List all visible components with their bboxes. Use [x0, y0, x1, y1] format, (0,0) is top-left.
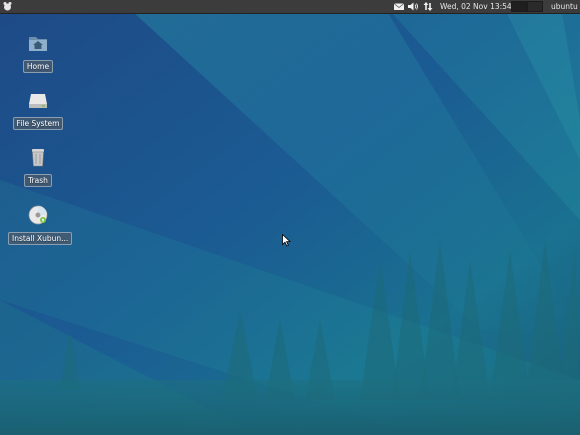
desktop-icon-home[interactable]: Home — [8, 32, 68, 73]
desktop-icon-label: Trash — [24, 174, 52, 187]
desktop-icon-trash[interactable]: Trash — [8, 146, 68, 187]
workspace-1[interactable] — [511, 1, 527, 12]
trash-icon — [32, 149, 44, 167]
desktop-icon-label: Install Xubun... — [8, 232, 73, 245]
mouse-pointer-icon — [282, 234, 291, 247]
install-disc-icon — [28, 205, 48, 225]
user-menu[interactable]: ubuntu — [551, 0, 578, 13]
desktop-icon-install-xubuntu[interactable]: Install Xubun... — [8, 204, 73, 245]
desktop-icon-label: Home — [22, 60, 54, 73]
applications-menu-icon[interactable] — [2, 1, 13, 12]
volume-icon[interactable] — [407, 0, 419, 13]
desktop-icon-label: File System — [12, 117, 64, 130]
wallpaper — [0, 0, 580, 435]
clock[interactable]: Wed, 02 Nov 13:54 — [440, 0, 512, 13]
mail-icon[interactable] — [393, 0, 405, 13]
network-icon[interactable] — [423, 0, 433, 13]
drive-icon — [29, 94, 47, 108]
top-panel: Wed, 02 Nov 13:54 ubuntu — [0, 0, 580, 14]
workspace-2[interactable] — [527, 1, 543, 12]
home-folder-icon — [29, 37, 47, 51]
desktop[interactable]: Wed, 02 Nov 13:54 ubuntu Home File Syste… — [0, 0, 580, 435]
desktop-icon-file-system[interactable]: File System — [8, 89, 68, 130]
